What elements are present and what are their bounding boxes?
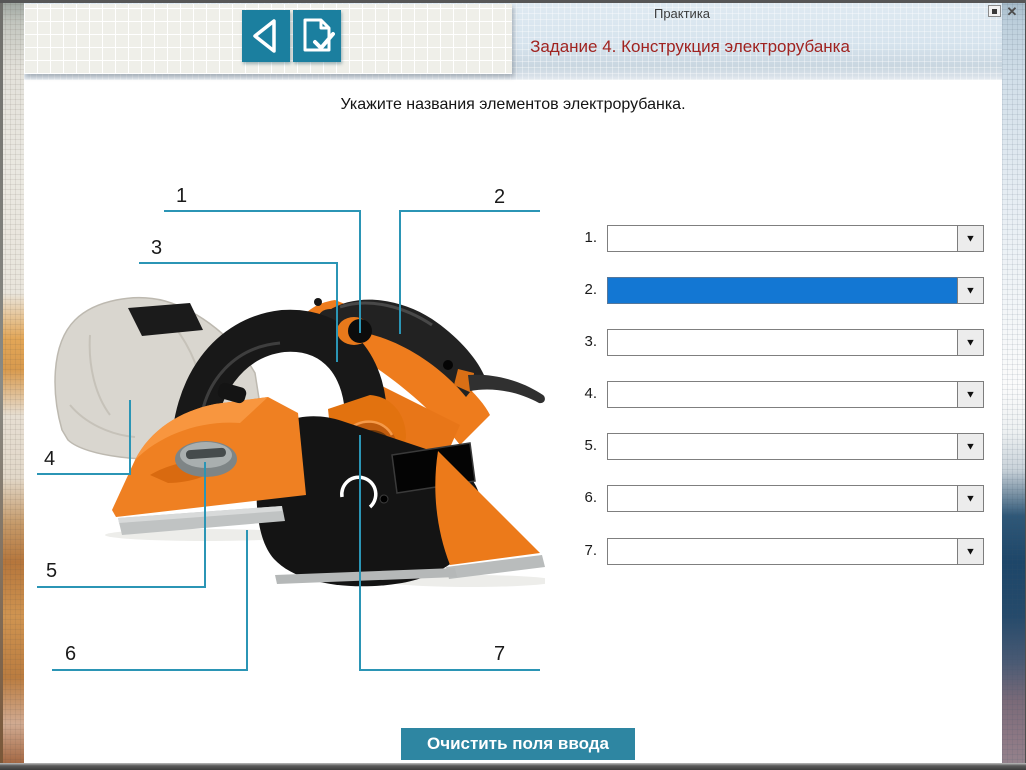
dropdown-arrow-icon: ▼	[965, 337, 976, 348]
window-frame-right	[1002, 0, 1026, 770]
dropdown-arrow-icon: ▼	[965, 493, 976, 504]
callout-number: 6	[65, 643, 76, 666]
callout-line	[139, 262, 338, 264]
answer-row-label: 1.	[567, 229, 597, 246]
callout-line	[399, 210, 401, 334]
clear-fields-button[interactable]: Очистить поля ввода	[401, 728, 635, 760]
window-frame-bottom	[0, 763, 1026, 770]
window-frame-left	[0, 0, 24, 770]
callout-number: 1	[176, 185, 187, 208]
dropdown-arrow-icon: ▼	[965, 389, 976, 400]
callout-line	[164, 210, 360, 212]
dropdown-arrow-button[interactable]: ▼	[957, 433, 984, 460]
answer-row-label: 2.	[567, 281, 597, 298]
callout-line	[246, 530, 248, 671]
answer-row-label: 3.	[567, 333, 597, 350]
callout-line	[336, 262, 338, 362]
check-answers-button[interactable]	[293, 10, 341, 62]
answer-dropdown-7[interactable]: ▼	[607, 538, 984, 565]
minimize-button[interactable]	[988, 5, 1001, 17]
answer-row-label: 7.	[567, 542, 597, 559]
app-title: Практика	[612, 6, 752, 21]
callout-number: 5	[46, 560, 57, 583]
back-button[interactable]	[242, 10, 290, 62]
answer-dropdown-2[interactable]: ▼	[607, 277, 984, 304]
close-icon: ✕	[1007, 5, 1018, 19]
callout-number: 7	[494, 643, 505, 666]
callout-number: 4	[44, 448, 55, 471]
callout-line	[204, 462, 206, 588]
dropdown-arrow-icon: ▼	[965, 441, 976, 452]
answer-dropdown-5[interactable]: ▼	[607, 433, 984, 460]
answer-dropdown-6[interactable]: ▼	[607, 485, 984, 512]
dropdown-arrow-button[interactable]: ▼	[957, 538, 984, 565]
dropdown-arrow-button[interactable]: ▼	[957, 225, 984, 252]
answer-dropdown-1[interactable]: ▼	[607, 225, 984, 252]
callout-line	[37, 586, 206, 588]
minimize-icon	[992, 9, 997, 14]
close-button[interactable]: ✕	[1005, 5, 1019, 19]
callout-line	[399, 210, 540, 212]
answer-row-label: 4.	[567, 385, 597, 402]
dropdown-arrow-icon: ▼	[965, 546, 976, 557]
instruction-text: Укажите названия элементов электрорубанк…	[24, 96, 1002, 114]
content-panel: Укажите названия элементов электрорубанк…	[24, 80, 1002, 763]
callout-number: 3	[151, 237, 162, 260]
dropdown-arrow-icon: ▼	[965, 233, 976, 244]
answer-row-label: 5.	[567, 437, 597, 454]
dropdown-arrow-button[interactable]: ▼	[957, 381, 984, 408]
callout-line	[359, 669, 540, 671]
callout-line	[129, 400, 131, 475]
callout-number: 2	[494, 186, 505, 209]
planer-image	[40, 285, 545, 595]
answer-dropdown-3[interactable]: ▼	[607, 329, 984, 356]
callout-line	[359, 435, 361, 671]
document-check-icon	[299, 16, 335, 56]
answer-row-label: 6.	[567, 489, 597, 506]
answer-dropdown-4[interactable]: ▼	[607, 381, 984, 408]
window-frame-top	[0, 0, 1026, 3]
callout-line	[359, 210, 361, 333]
back-arrow-icon	[249, 17, 283, 55]
callout-line	[37, 473, 131, 475]
dropdown-arrow-button[interactable]: ▼	[957, 485, 984, 512]
dropdown-arrow-button[interactable]: ▼	[957, 277, 984, 304]
task-title: Задание 4. Конструкция электрорубанка	[512, 37, 868, 57]
dropdown-arrow-icon: ▼	[965, 285, 976, 296]
callout-line	[52, 669, 248, 671]
dropdown-arrow-button[interactable]: ▼	[957, 329, 984, 356]
